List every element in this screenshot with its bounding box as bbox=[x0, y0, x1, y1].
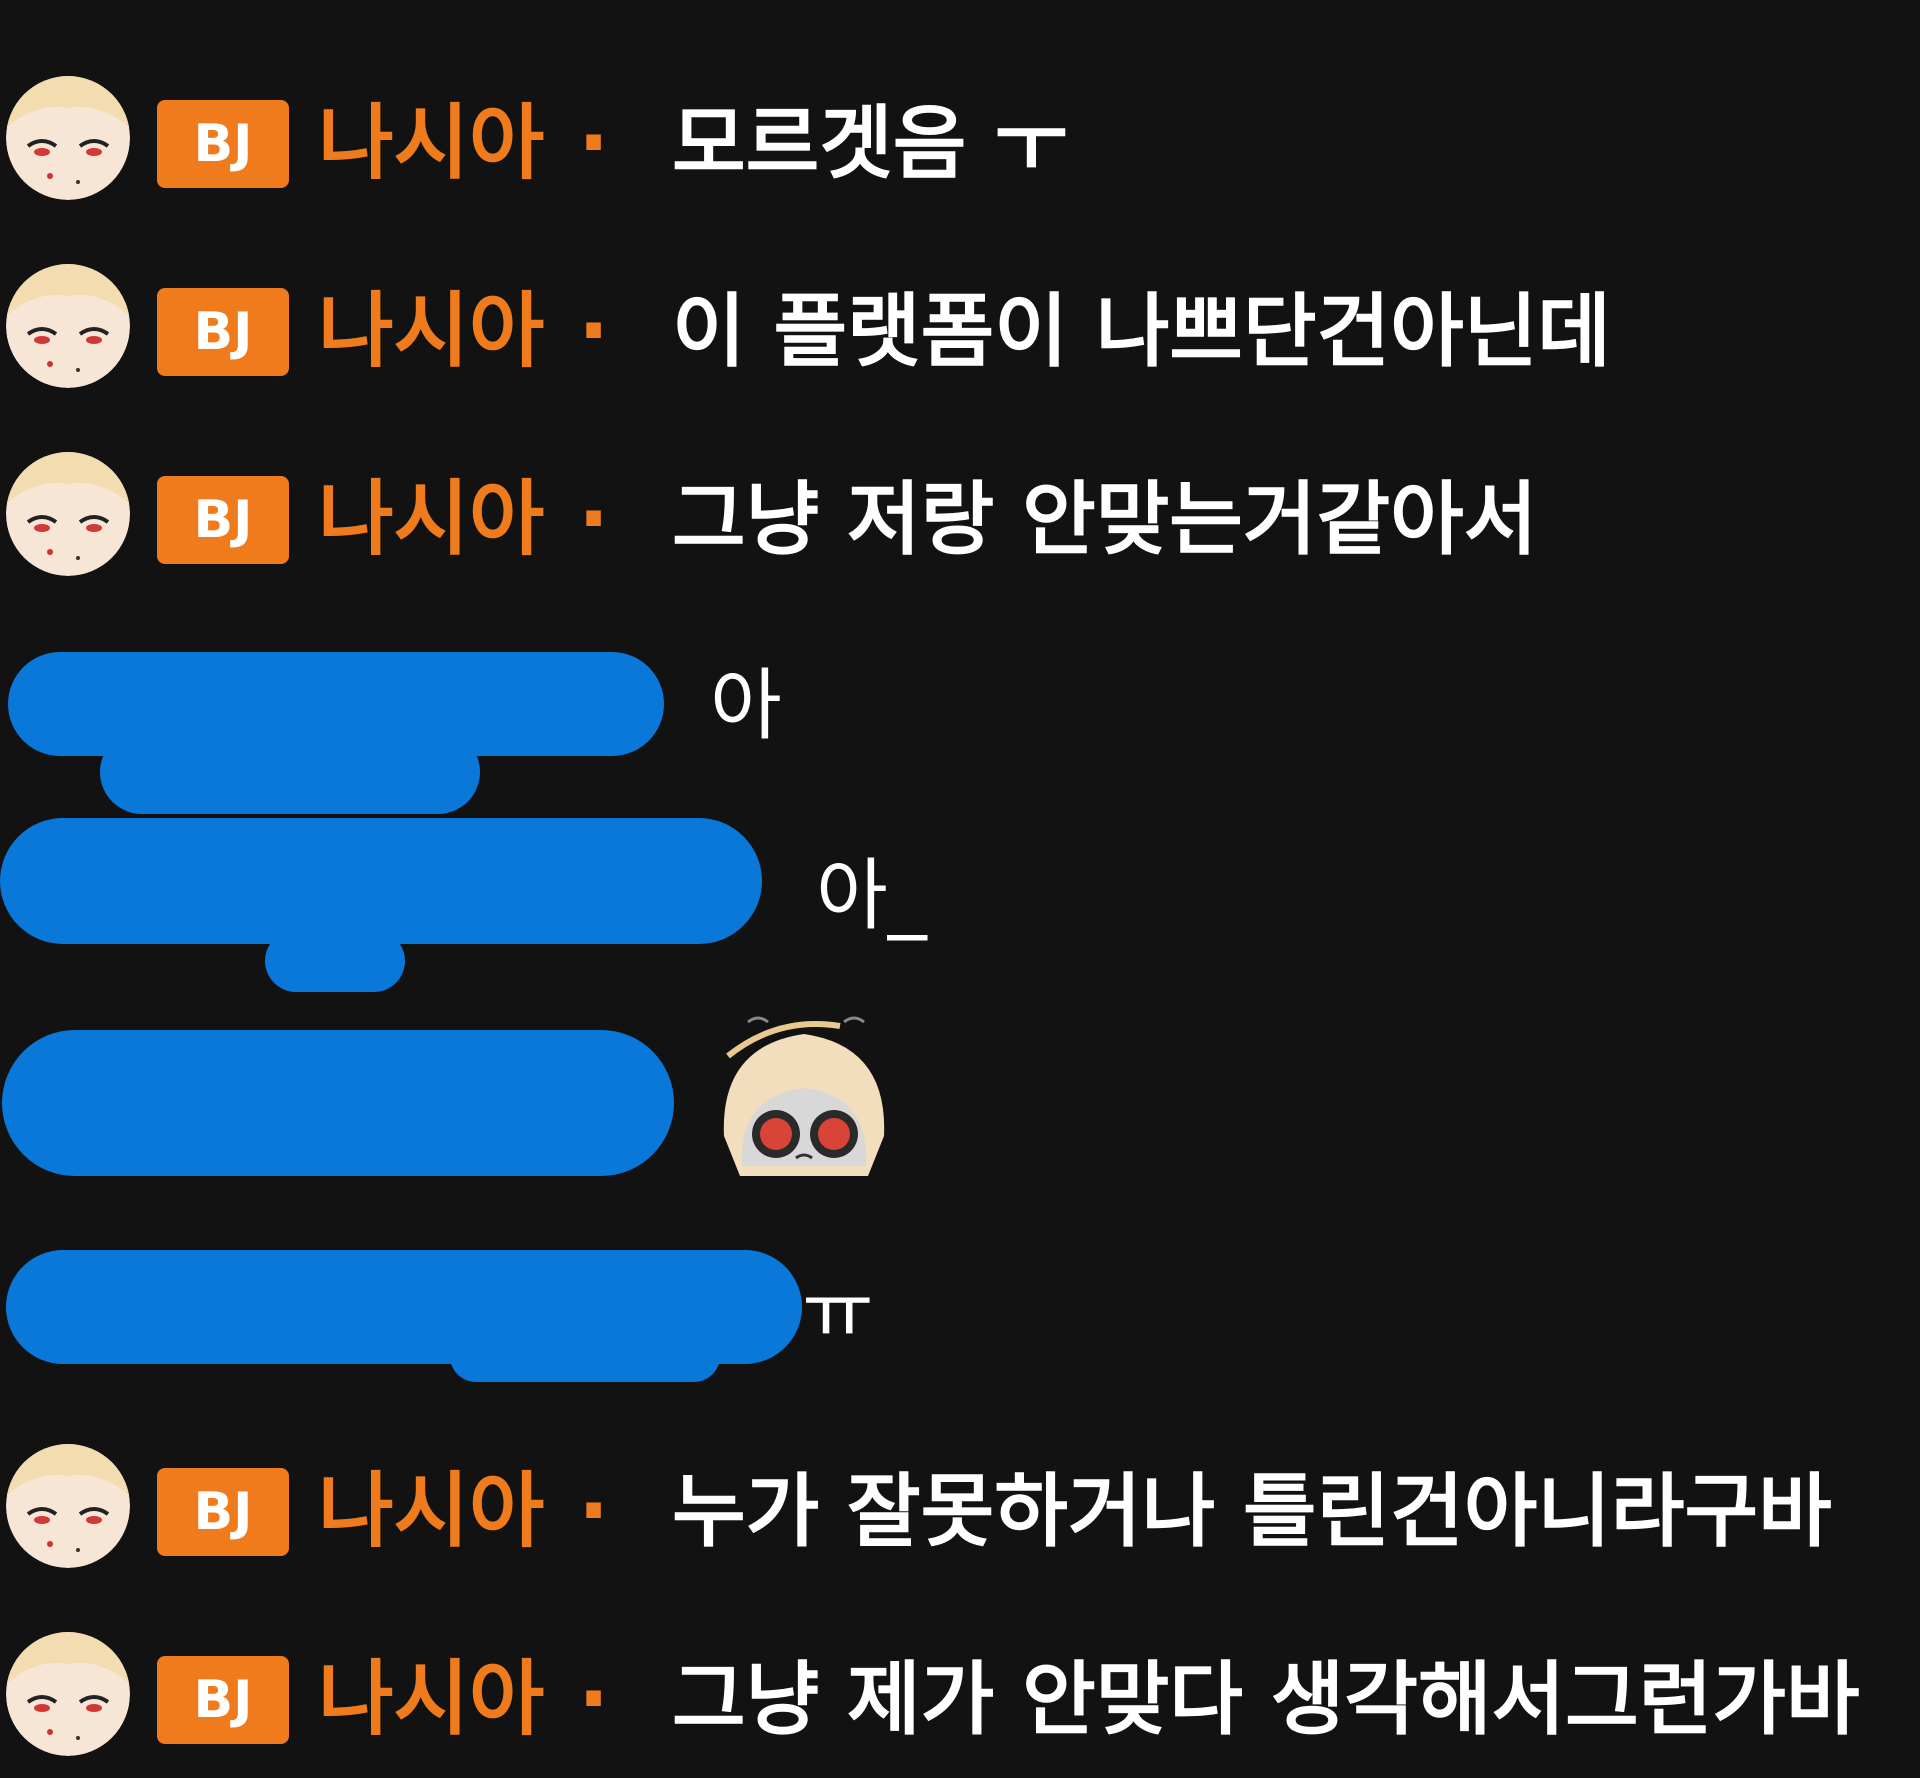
anime-girl-avatar-icon bbox=[6, 76, 130, 200]
message-text: 모르겟음 ㅜ bbox=[672, 97, 1068, 190]
chat-message-bj: BJ 나시아 · 그냥 저랑 안맞는거같아서 bbox=[0, 438, 1920, 598]
anime-girl-avatar-icon bbox=[6, 1444, 130, 1568]
separator-dot: · bbox=[578, 472, 610, 567]
separator-dot: · bbox=[578, 96, 610, 191]
anime-girl-avatar-icon bbox=[6, 264, 130, 388]
message-text: 아 bbox=[710, 661, 782, 751]
avatar[interactable] bbox=[6, 1632, 130, 1756]
nickname[interactable]: 나시아 bbox=[318, 464, 544, 576]
separator-dot: · bbox=[578, 284, 610, 379]
redaction-scribble bbox=[100, 730, 480, 814]
anime-girl-avatar-icon bbox=[6, 452, 130, 576]
avatar[interactable] bbox=[6, 1444, 130, 1568]
bj-badge: BJ bbox=[157, 476, 289, 564]
chat-message-bj: BJ 나시아 · 모르겟음 ㅜ bbox=[0, 62, 1920, 222]
avatar[interactable] bbox=[6, 264, 130, 388]
chat-log: BJ 나시아 · 모르겟음 ㅜ BJ 나시아 · 이 플랫폼이 나쁘단건아닌데 bbox=[0, 0, 1920, 1756]
nickname[interactable]: 나시아 bbox=[318, 88, 544, 200]
message-text: 그냥 제가 안맞다 생각해서그런가바 bbox=[672, 1653, 1860, 1746]
redaction-scribble bbox=[0, 818, 762, 944]
bj-badge: BJ bbox=[157, 1468, 289, 1556]
emote[interactable] bbox=[718, 1016, 890, 1184]
bj-badge: BJ bbox=[157, 1656, 289, 1744]
bj-badge: BJ bbox=[157, 100, 289, 188]
chat-message-bj: BJ 나시아 · 이 플랫폼이 나쁘단건아닌데 bbox=[0, 250, 1920, 410]
message-text: 아_ bbox=[816, 851, 927, 941]
message-text: ㅠ bbox=[802, 1267, 874, 1357]
avatar[interactable] bbox=[6, 452, 130, 576]
anime-girl-avatar-icon bbox=[6, 1632, 130, 1756]
redaction-scribble bbox=[450, 1330, 720, 1382]
redaction-scribble bbox=[2, 1030, 674, 1176]
redaction-scribble bbox=[265, 930, 405, 992]
message-text: 그냥 저랑 안맞는거같아서 bbox=[672, 473, 1538, 566]
avatar[interactable] bbox=[6, 76, 130, 200]
message-text: 누가 잘못하거나 틀린건아니라구바 bbox=[672, 1465, 1832, 1558]
crying-girl-emote-icon bbox=[723, 1016, 885, 1176]
nickname[interactable]: 나시아 bbox=[318, 1456, 544, 1568]
chat-message-bj: BJ 나시아 · 누가 잘못하거나 틀린건아니라구바 bbox=[0, 1430, 1920, 1590]
separator-dot: · bbox=[578, 1464, 610, 1559]
message-text: 이 플랫폼이 나쁘단건아닌데 bbox=[672, 285, 1611, 378]
bj-badge: BJ bbox=[157, 288, 289, 376]
separator-dot: · bbox=[578, 1652, 610, 1747]
nickname[interactable]: 나시아 bbox=[318, 1644, 544, 1756]
chat-message-bj: BJ 나시아 · 그냥 제가 안맞다 생각해서그런가바 bbox=[0, 1618, 1920, 1778]
nickname[interactable]: 나시아 bbox=[318, 276, 544, 388]
